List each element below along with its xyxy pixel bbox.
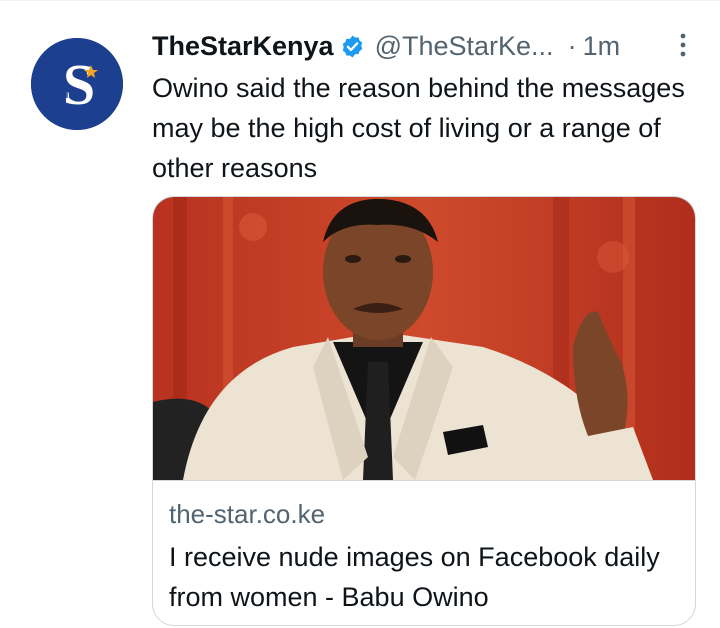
avatar-letter: S: [63, 52, 95, 117]
card-image[interactable]: [153, 197, 695, 480]
avatar-small-text: THE: [55, 90, 75, 101]
card-domain: the-star.co.ke: [169, 499, 326, 529]
author-handle[interactable]: @TheStarKe...: [375, 31, 554, 62]
author-display-name[interactable]: TheStarKenya: [152, 31, 334, 62]
verified-badge-icon: [340, 34, 365, 59]
timestamp[interactable]: 1m: [583, 31, 621, 62]
more-options-icon[interactable]: [676, 30, 690, 60]
separator-dot: ·: [567, 30, 577, 61]
avatar[interactable]: S THE: [31, 38, 123, 130]
link-card[interactable]: the-star.co.ke I receive nude images on …: [152, 196, 696, 626]
the-star-logo-icon: S THE: [31, 38, 123, 130]
man-in-cream-suit-photo-icon: [153, 197, 695, 480]
top-divider: [0, 0, 720, 1]
card-divider: [153, 480, 695, 481]
card-title: I receive nude images on Facebook daily …: [169, 542, 660, 612]
tweet-header: TheStarKenya @TheStarKe... · 1m: [152, 26, 690, 66]
tweet-text: Owino said the reason behind the message…: [152, 73, 685, 183]
